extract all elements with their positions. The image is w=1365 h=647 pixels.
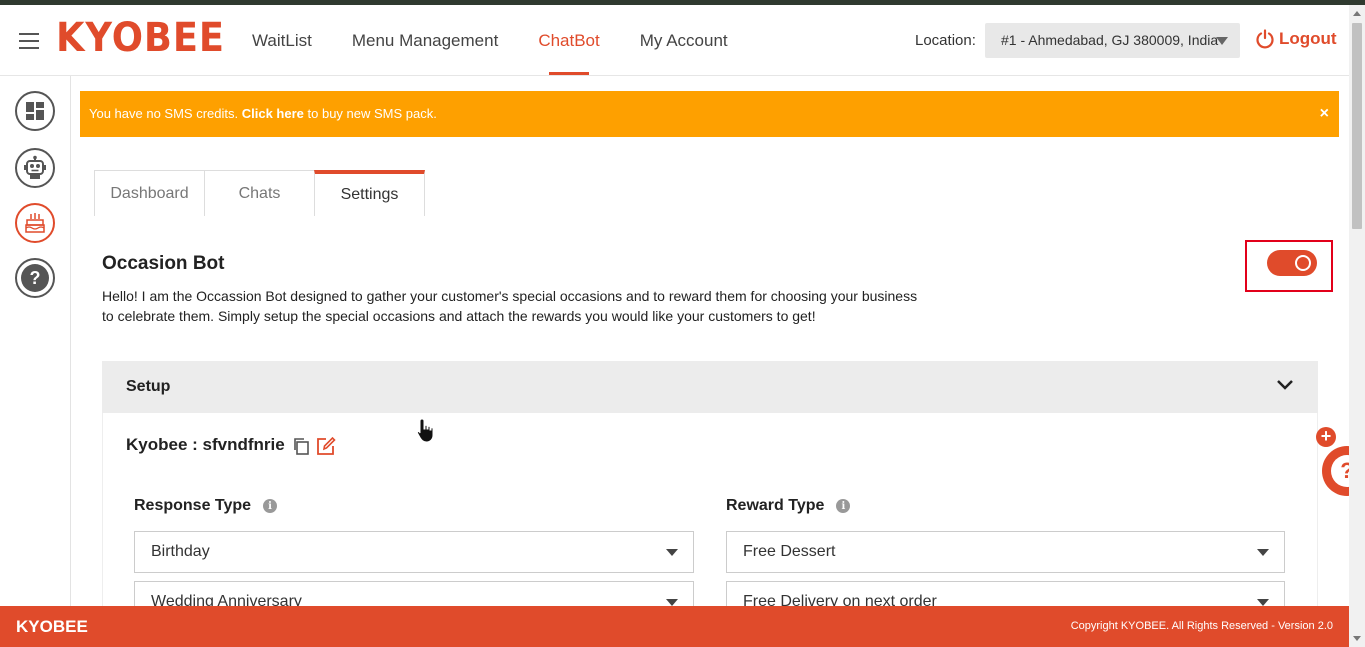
footer-brand: KYOBEE [16,617,88,636]
scrollbar-thumb[interactable] [1352,23,1362,229]
nav-menu-management[interactable]: Menu Management [332,5,518,76]
select-value: Free Dessert [743,543,836,560]
page-title: Occasion Bot [102,253,225,274]
reward-type-label: Reward Type i [726,497,851,515]
reward-type-select-1[interactable]: Free Dessert [726,531,1285,573]
nav-my-account[interactable]: My Account [620,5,748,76]
tab-chats[interactable]: Chats [204,170,315,216]
header: KYOBEE WaitList Menu Management ChatBot … [0,5,1349,76]
dashboard-icon [26,102,44,120]
svg-text:?: ? [30,268,41,288]
tab-dashboard[interactable]: Dashboard [94,170,205,216]
hand-cursor-icon [416,418,434,443]
add-widget-button[interactable]: + [1316,427,1336,447]
setup-accordion-header[interactable]: Setup [102,361,1318,413]
robot-icon [24,155,46,179]
nav-chatbot[interactable]: ChatBot [518,5,619,76]
tab-settings[interactable]: Settings [314,170,425,216]
help-chat-circle: ? [1322,446,1349,496]
footer: KYOBEE Copyright KYOBEE. All Rights Rese… [0,606,1349,647]
alert-text-before: You have no SMS credits. [89,106,239,121]
vertical-scrollbar[interactable] [1349,5,1365,647]
alert-buy-link[interactable]: Click here [242,106,304,121]
logo[interactable]: KYOBEE [56,15,225,61]
power-icon [1256,29,1274,49]
sms-credit-alert: You have no SMS credits. Click here to b… [80,91,1339,137]
left-sidebar: ? [0,76,71,606]
main-nav: WaitList Menu Management ChatBot My Acco… [232,5,748,76]
select-value: Birthday [151,543,210,560]
response-type-select-1[interactable]: Birthday [134,531,694,573]
edit-icon[interactable] [316,436,336,456]
nav-waitlist[interactable]: WaitList [232,5,332,76]
location-label: Location: [915,32,976,49]
sidebar-item-dashboard[interactable] [15,91,55,131]
footer-copyright: Copyright KYOBEE. All Rights Reserved - … [1070,620,1333,632]
logout-label: Logout [1279,29,1337,48]
response-type-label-text: Response Type [134,497,252,514]
alert-text-after: to buy new SMS pack. [307,106,437,121]
close-icon[interactable]: × [1320,91,1329,137]
chevron-down-icon [1216,37,1228,45]
info-icon[interactable]: i [836,499,851,513]
scroll-down-arrow-icon[interactable] [1353,636,1361,641]
chevron-down-icon [1257,549,1269,556]
chevron-down-icon [666,599,678,606]
toggle-highlight-box [1245,240,1333,292]
copy-icon[interactable] [292,437,310,455]
help-icon: ? [21,264,49,292]
cake-icon [25,213,45,233]
scroll-up-arrow-icon[interactable] [1353,11,1361,16]
help-chat-button[interactable]: ? [1322,446,1349,496]
bot-id: Kyobee : sfvndfnrie [126,435,285,454]
sidebar-item-occasion-bot[interactable] [15,203,55,243]
sidebar-item-help[interactable]: ? [15,258,55,298]
hamburger-menu-icon[interactable] [19,33,39,49]
bot-enable-toggle[interactable] [1267,250,1317,276]
setup-title: Setup [126,378,171,395]
toggle-knob [1295,255,1311,271]
sidebar-item-chatbot[interactable] [15,148,55,188]
bot-description: Hello! I am the Occassion Bot designed t… [102,288,918,324]
info-icon[interactable]: i [263,499,278,513]
chatbot-tabs: Dashboard Chats Settings [94,170,425,216]
chevron-down-icon [1257,599,1269,606]
reward-type-label-text: Reward Type [726,497,825,514]
chevron-down-icon [1277,380,1293,390]
location-select[interactable]: #1 - Ahmedabad, GJ 380009, India [985,23,1240,58]
response-type-label: Response Type i [134,497,278,515]
chevron-down-icon [666,549,678,556]
logout-button[interactable]: Logout [1255,29,1337,49]
question-icon: ? [1331,455,1349,487]
location-value: #1 - Ahmedabad, GJ 380009, India [1001,32,1219,48]
